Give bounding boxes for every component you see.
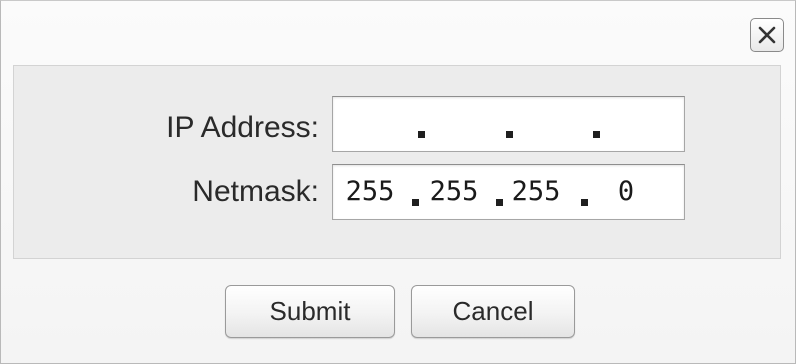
- ip-octet-4[interactable]: [603, 97, 663, 151]
- ip-settings-dialog: IP Address: Netmask: 255 255 255 0 Submi…: [0, 0, 796, 364]
- ip-octet-2[interactable]: [428, 97, 488, 151]
- submit-button[interactable]: Submit: [225, 285, 395, 338]
- netmask-octet-1[interactable]: 255: [339, 165, 401, 219]
- octet-separator: [418, 131, 425, 138]
- ip-octet-1[interactable]: [343, 97, 403, 151]
- close-icon: [757, 25, 777, 45]
- netmask-input[interactable]: 255 255 255 0: [332, 164, 685, 220]
- octet-separator: [506, 131, 513, 138]
- netmask-label: Netmask:: [192, 175, 319, 208]
- octet-separator: [581, 199, 588, 206]
- netmask-octet-3[interactable]: 255: [505, 165, 567, 219]
- octet-separator: [593, 131, 600, 138]
- octet-separator: [496, 199, 503, 206]
- netmask-octet-4[interactable]: 0: [595, 165, 657, 219]
- cancel-button[interactable]: Cancel: [411, 285, 575, 338]
- ip-address-label: IP Address:: [166, 111, 319, 144]
- octet-separator: [412, 199, 419, 206]
- form-panel: [13, 65, 781, 259]
- netmask-octet-2[interactable]: 255: [423, 165, 485, 219]
- ip-octet-3[interactable]: [516, 97, 576, 151]
- close-button[interactable]: [750, 18, 784, 52]
- ip-address-input[interactable]: [332, 96, 685, 152]
